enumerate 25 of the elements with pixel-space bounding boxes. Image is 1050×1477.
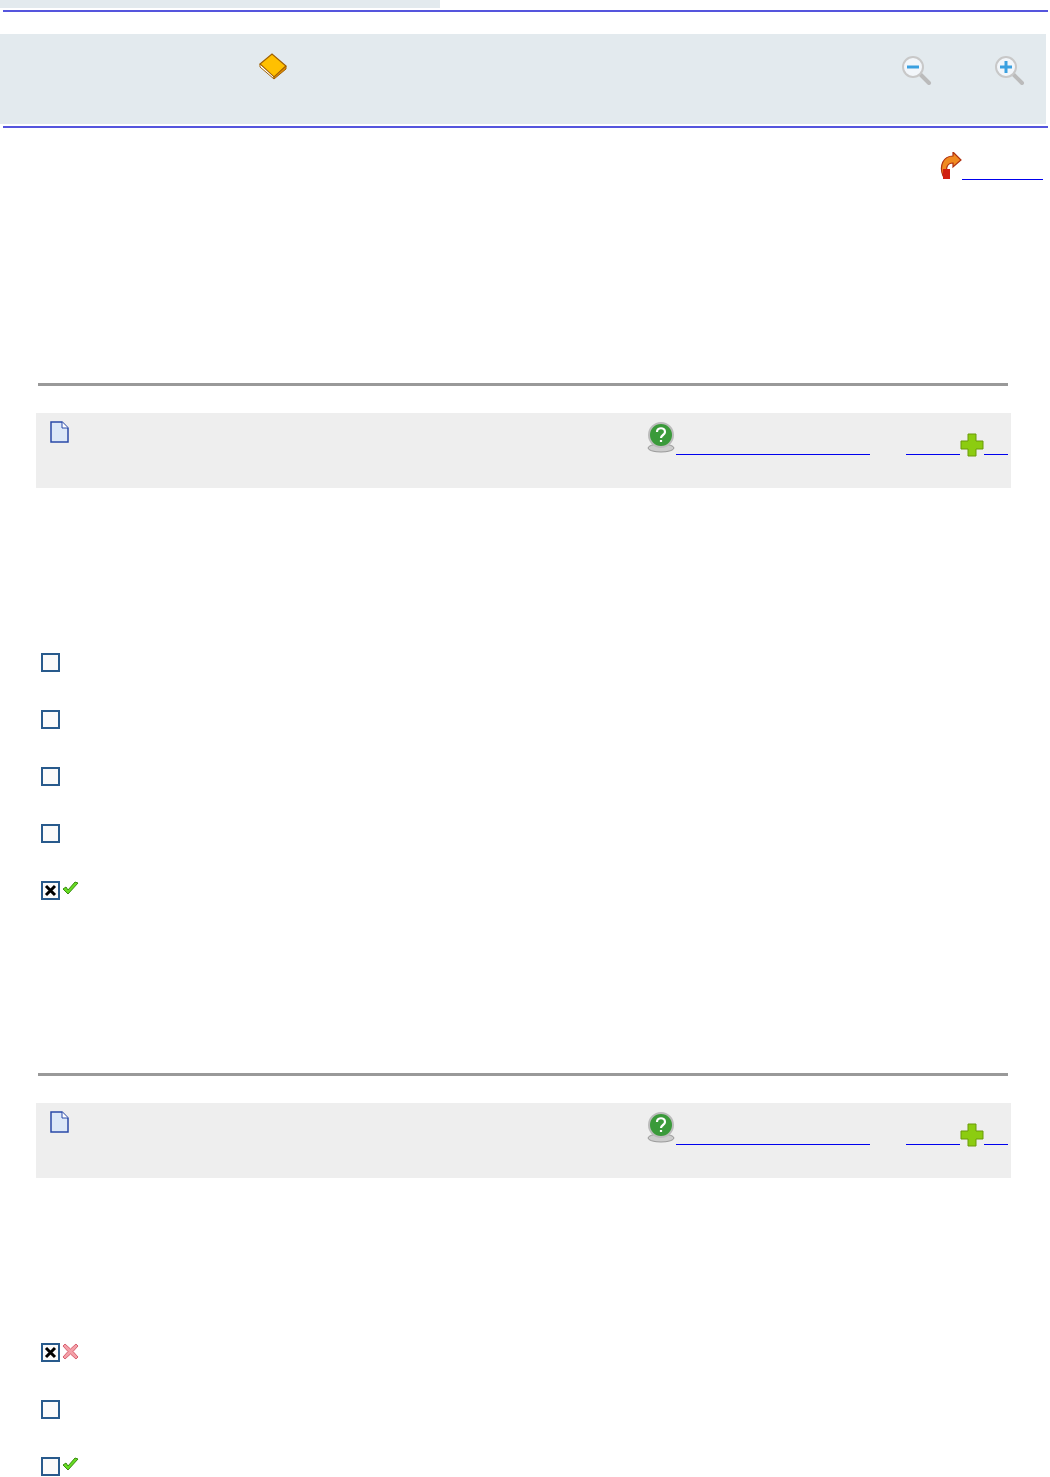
page-icon bbox=[50, 421, 69, 443]
checkbox[interactable] bbox=[41, 1400, 60, 1419]
checkbox[interactable] bbox=[41, 824, 60, 843]
link-underline[interactable] bbox=[984, 1143, 1008, 1145]
checkbox[interactable] bbox=[41, 1457, 60, 1476]
checkbox[interactable] bbox=[41, 653, 60, 672]
page-icon bbox=[50, 1111, 69, 1133]
help-icon[interactable] bbox=[646, 421, 676, 453]
cross-icon bbox=[62, 1343, 79, 1360]
checkbox[interactable] bbox=[41, 1343, 60, 1362]
check-icon bbox=[62, 881, 79, 896]
link-underline[interactable] bbox=[906, 453, 960, 455]
zoom-in-icon[interactable] bbox=[994, 55, 1026, 85]
checkbox[interactable] bbox=[41, 767, 60, 786]
check-icon bbox=[62, 1457, 79, 1472]
checkbox[interactable] bbox=[41, 710, 60, 729]
zoom-out-icon[interactable] bbox=[901, 55, 933, 85]
checkbox[interactable] bbox=[41, 881, 60, 900]
link-underline[interactable] bbox=[962, 178, 1043, 180]
book-icon[interactable] bbox=[258, 52, 288, 80]
link-underline[interactable] bbox=[906, 1143, 960, 1145]
link-underline[interactable] bbox=[676, 453, 870, 455]
help-icon[interactable] bbox=[646, 1111, 676, 1143]
link-underline[interactable] bbox=[984, 453, 1008, 455]
link-underline[interactable] bbox=[676, 1143, 870, 1145]
